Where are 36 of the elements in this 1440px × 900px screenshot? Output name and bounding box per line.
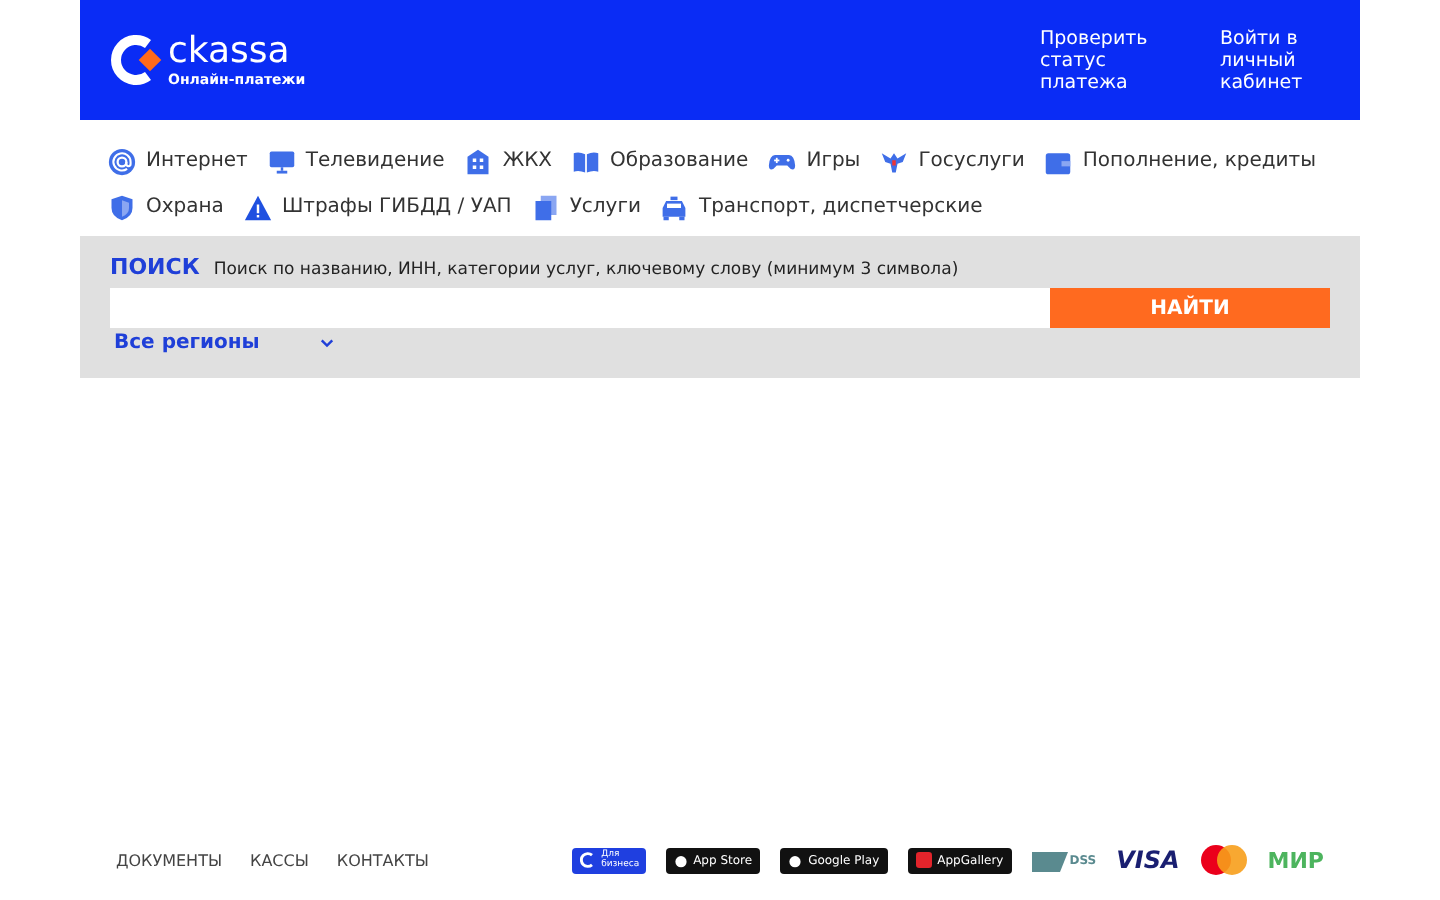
header-link[interactable]: Проверить статус платежа bbox=[1040, 27, 1168, 93]
search-title: ПОИСК bbox=[110, 254, 200, 280]
warning-icon bbox=[243, 193, 272, 221]
visa-logo: VISA bbox=[1116, 846, 1180, 874]
category-link[interactable]: Телевидение bbox=[267, 144, 445, 178]
documents-icon bbox=[531, 193, 560, 221]
category-link[interactable]: Игры bbox=[768, 144, 861, 178]
category-link[interactable]: Интернет bbox=[108, 144, 248, 178]
mastercard-logo bbox=[1199, 844, 1248, 876]
chevron-down-icon bbox=[319, 338, 334, 348]
search-field[interactable] bbox=[110, 288, 1050, 328]
category-link[interactable]: Охрана bbox=[108, 190, 224, 224]
footer-link[interactable]: ДОКУМЕНТЫ bbox=[116, 851, 223, 869]
building-icon bbox=[464, 147, 493, 175]
category-link[interactable]: Услуги bbox=[531, 190, 641, 224]
category-link[interactable]: Транспорт, диспетчерские bbox=[660, 190, 983, 224]
at-sign-icon bbox=[108, 147, 136, 175]
logo-icon bbox=[579, 852, 596, 868]
book-icon bbox=[572, 147, 601, 175]
search-hint: Поиск по названию, ИНН, категории услуг, ключевому слову (минимум 3 символа) bbox=[213, 260, 959, 280]
category-link[interactable]: Образование bbox=[572, 144, 749, 178]
header-link[interactable]: Войти в личный кабинет bbox=[1220, 27, 1320, 93]
logo-name: ckassa bbox=[168, 32, 292, 72]
footer-link[interactable]: КАССЫ bbox=[250, 851, 309, 869]
shield-icon bbox=[108, 193, 136, 221]
category-link[interactable]: Штрафы ГИБДД / УАП bbox=[243, 190, 512, 224]
footer-link[interactable]: КОНТАКТЫ bbox=[336, 851, 429, 869]
category-link[interactable]: Госуслуги bbox=[880, 144, 1025, 178]
category-link[interactable]: Пополнение, кредиты bbox=[1044, 144, 1317, 178]
logo-icon bbox=[108, 32, 164, 88]
region-dropdown[interactable]: Все регионы bbox=[110, 328, 338, 354]
taxi-car-icon bbox=[660, 193, 689, 221]
category-link[interactable]: ЖКХ bbox=[464, 144, 553, 178]
mir-logo: МИР bbox=[1267, 847, 1324, 873]
wallet-icon bbox=[1044, 147, 1073, 175]
monitor-icon bbox=[267, 147, 296, 175]
